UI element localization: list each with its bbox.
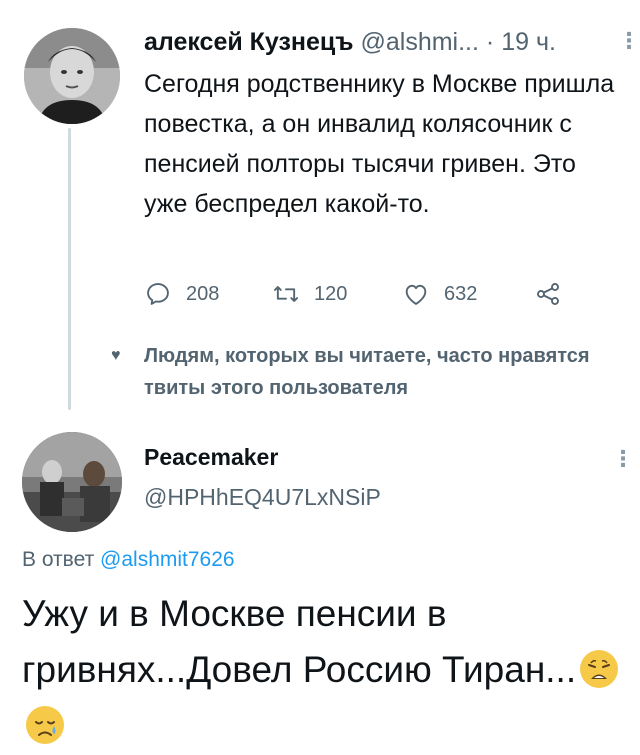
reply-prefix: В ответ: [22, 548, 95, 571]
thread-connector-line: [68, 128, 71, 410]
avatar-photo: [24, 28, 120, 124]
share-icon: [537, 283, 559, 305]
separator-dot: ·: [485, 28, 495, 56]
reply-icon: [147, 283, 169, 305]
reply-mention-link[interactable]: @alshmit7626: [100, 548, 235, 571]
retweet-count: 120: [314, 282, 348, 305]
author-handle[interactable]: @alshmi...: [360, 28, 478, 56]
retweet-button[interactable]: 120: [272, 276, 347, 312]
tweet-time[interactable]: 19 ч.: [501, 28, 556, 56]
heart-icon: [405, 284, 427, 305]
tweet-text: Ужу и в Москве пенсии в гривнях...Довел …: [22, 586, 622, 754]
tweet-text: Сегодня родственнику в Москве пришла пов…: [144, 70, 615, 218]
avatar[interactable]: [24, 28, 120, 124]
reply-context: В ответ @alshmit7626: [22, 548, 235, 572]
weary-face-emoji: [580, 650, 619, 688]
avatar[interactable]: [22, 432, 122, 532]
reply-button[interactable]: 208: [144, 276, 219, 312]
tweet-header: алексей Кузнецъ @alshmi... · 19 ч.: [144, 26, 556, 58]
recommendation-label: Людям, которых вы читаете, часто нравятс…: [144, 345, 590, 399]
sad-crying-face-emoji: [26, 706, 64, 744]
tweet-text-body: Ужу и в Москве пенсии в гривнях...Довел …: [22, 593, 577, 690]
retweet-icon: [273, 286, 299, 302]
avatar-photo: [22, 432, 122, 532]
tweet-actions: 208 120 632: [144, 276, 584, 312]
author-name[interactable]: алексей Кузнецъ: [144, 28, 354, 56]
heart-icon: ♥: [111, 347, 121, 364]
author-name[interactable]: Peacemaker: [144, 444, 278, 471]
more-options-icon[interactable]: ⋮: [618, 30, 640, 52]
like-button[interactable]: 632: [402, 276, 477, 312]
more-options-icon[interactable]: ⋮: [612, 448, 634, 470]
author-handle[interactable]: @HPHhEQ4U7LxNSiP: [144, 484, 381, 511]
like-count: 632: [444, 282, 478, 305]
reply-count: 208: [186, 282, 220, 305]
share-button[interactable]: [534, 276, 562, 312]
